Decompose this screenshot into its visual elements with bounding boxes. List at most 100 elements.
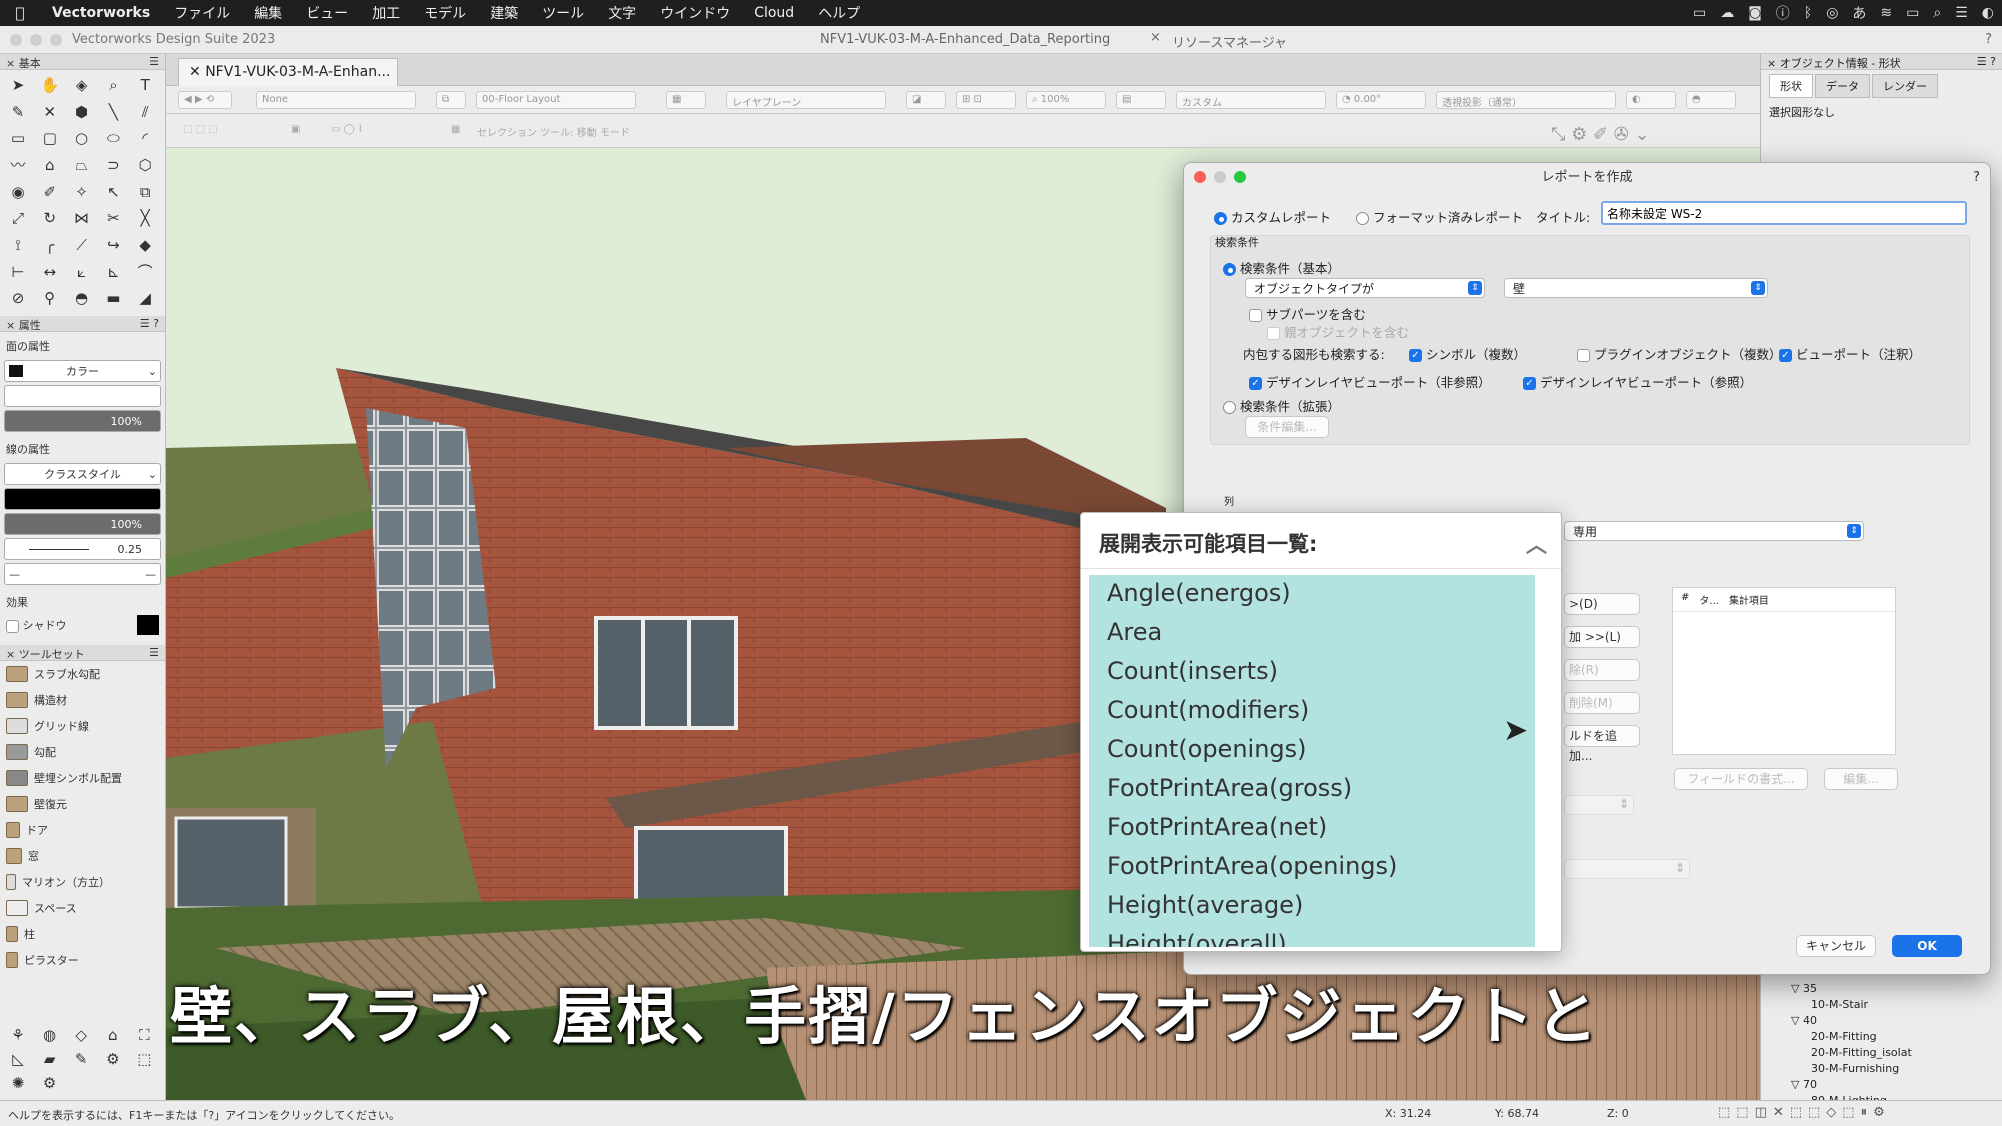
menu-view[interactable]: ビュー <box>294 3 360 23</box>
layer-select[interactable]: ⇕ <box>1564 859 1690 879</box>
render-mode-icon[interactable]: ◪ <box>906 91 946 109</box>
lighting-toolset-icon[interactable]: ✺ <box>4 1072 32 1094</box>
hatch-tool-icon[interactable]: ◢ <box>131 287 159 309</box>
fill-color-swatch[interactable] <box>4 385 161 407</box>
add-field-button[interactable]: ルドを追加... <box>1564 725 1640 763</box>
line-markers-select[interactable]: — — <box>4 563 161 585</box>
move-tool-icon[interactable]: ⤢ <box>4 207 32 229</box>
radial-dim-tool-icon[interactable]: ⊾ <box>99 261 127 283</box>
battery-icon[interactable]: ▭ <box>1906 5 1919 21</box>
line-opacity-field[interactable]: 100% <box>4 513 161 535</box>
airdrop-icon[interactable]: ◎ <box>1826 5 1838 21</box>
close-icon[interactable]: ✕ <box>189 64 201 80</box>
zoom-field[interactable]: ⌕ 100% <box>1026 91 1106 109</box>
menu-icon[interactable]: ☰ ? <box>140 317 159 330</box>
fill-style-select[interactable]: カラー ⌄ <box>4 360 161 382</box>
zoom-tool-icon[interactable]: ⌕ <box>99 74 127 96</box>
locus-tool-icon[interactable]: ✕ <box>36 101 64 123</box>
arc-length-tool-icon[interactable]: ⌒ <box>131 261 159 283</box>
tab-render[interactable]: レンダー <box>1872 74 1938 98</box>
cancel-button[interactable]: キャンセル <box>1796 935 1876 957</box>
object-type-select[interactable]: オブジェクトタイプが ⇕ <box>1245 278 1485 298</box>
circle-tool-icon[interactable]: ○ <box>68 127 96 149</box>
regular-polygon-tool-icon[interactable]: ⬡ <box>131 154 159 176</box>
edit-toolset-icon[interactable]: ✎ <box>67 1048 95 1070</box>
zoom-buttons[interactable]: ⊞ ⊡ <box>956 91 1016 109</box>
rectangle-tool-icon[interactable]: ▭ <box>4 127 32 149</box>
line-tool-icon[interactable]: ╲ <box>99 101 127 123</box>
resource-item[interactable]: 20-M-Fitting_isolat <box>1811 1046 1912 1059</box>
formatted-report-radio[interactable]: フォーマット済みレポート <box>1356 207 1523 226</box>
chamfer-tool-icon[interactable]: ⟋ <box>68 234 96 256</box>
close-icon[interactable]: × <box>6 648 15 661</box>
split-tool-icon[interactable]: ✂ <box>99 207 127 229</box>
connect-tool-icon[interactable]: ⟟ <box>4 234 32 256</box>
resource-folder[interactable]: ▽ 70 <box>1791 1078 1817 1091</box>
camera-icon[interactable]: ◙ <box>1748 5 1762 21</box>
list-item[interactable]: Angle(energos) <box>1089 575 1535 614</box>
menu-architecture[interactable]: 建築 <box>478 3 530 23</box>
menu-tools[interactable]: ツール <box>530 3 596 23</box>
edit-criteria-button[interactable]: 条件編集... <box>1245 416 1329 438</box>
object-value-select[interactable]: 壁 ⇕ <box>1504 278 1768 298</box>
menu-modify[interactable]: 加工 <box>360 3 412 23</box>
menu-window[interactable]: ウインドウ <box>648 3 742 23</box>
chevron-up-icon[interactable]: ︿ <box>1526 529 1547 559</box>
help-icon[interactable]: ? <box>1985 32 1992 47</box>
toolset-item[interactable]: 柱 <box>0 921 165 947</box>
menu-icon[interactable]: ☰ ? <box>1977 55 1996 68</box>
toolset-item[interactable]: マリオン（方立） <box>0 869 165 895</box>
toolset-item[interactable]: グリッド線 <box>0 713 165 739</box>
eyedropper-tool-icon[interactable]: ◉ <box>4 181 32 203</box>
list-item[interactable]: Count(openings) <box>1089 731 1535 770</box>
line-style-select[interactable]: クラススタイル ⌄ <box>4 463 161 485</box>
resource-item[interactable]: 30-M-Furnishing <box>1811 1062 1899 1075</box>
settings-toolset-icon[interactable]: ⚙ <box>36 1072 64 1094</box>
close-window-button[interactable] <box>10 34 22 46</box>
apple-icon[interactable]:  <box>0 4 40 22</box>
bluetooth-icon[interactable]: ᛒ <box>1804 5 1812 21</box>
ok-button[interactable]: OK <box>1892 935 1962 957</box>
reference-mark-tool-icon[interactable]: ▬ <box>99 287 127 309</box>
spotlight-icon[interactable]: ⌕ <box>1933 5 1941 21</box>
toolset-item[interactable]: スラブ水勾配 <box>0 661 165 687</box>
list-item[interactable]: Height(average) <box>1089 887 1535 926</box>
freehand-tool-icon[interactable]: 〰 <box>4 154 32 176</box>
include-parent-checkbox[interactable]: 親オブジェクトを含む <box>1267 322 1409 341</box>
menu-icon[interactable]: ☰ <box>149 646 159 659</box>
field-format-button[interactable]: フィールドの書式... <box>1674 768 1808 790</box>
view-mode-icon[interactable]: ▦ <box>666 91 706 109</box>
menu-app[interactable]: Vectorworks <box>40 5 162 21</box>
cloud-icon[interactable]: ☁ <box>1720 5 1734 21</box>
shadow-color-swatch[interactable] <box>137 615 159 635</box>
close-icon[interactable]: × <box>1767 57 1776 70</box>
class-select[interactable]: None <box>256 91 416 109</box>
tape-measure-tool-icon[interactable]: ⚲ <box>36 287 64 309</box>
menu-file[interactable]: ファイル <box>162 3 242 23</box>
minimize-window-button[interactable] <box>30 34 42 46</box>
viewport-annot-checkbox[interactable]: ✓ ビューポート（注釈） <box>1779 344 1921 363</box>
pan-tool-icon[interactable]: ✋ <box>36 74 64 96</box>
list-item[interactable]: Height(overall) <box>1089 926 1535 947</box>
list-item[interactable]: Count(modifiers) <box>1089 692 1535 731</box>
line-color-swatch[interactable] <box>4 488 161 510</box>
double-line-tool-icon[interactable]: ⫽ <box>131 101 159 123</box>
rounded-rect-tool-icon[interactable]: ▢ <box>36 127 64 149</box>
layer-select[interactable]: 00-Floor Layout <box>476 91 636 109</box>
menu-edit[interactable]: 編集 <box>242 3 294 23</box>
wifi-icon[interactable]: ≋ <box>1880 5 1892 21</box>
plugins-checkbox[interactable]: プラグインオブジェクト（複数） <box>1577 344 1782 363</box>
close-icon[interactable]: × <box>1150 30 1161 45</box>
selection-tool-icon[interactable]: ➤ <box>4 74 32 96</box>
constrained-dim-tool-icon[interactable]: ↔ <box>36 261 64 283</box>
spiral-tool-icon[interactable]: ⊃ <box>99 154 127 176</box>
menu-help[interactable]: ヘルプ <box>806 3 872 23</box>
resource-item[interactable]: 10-M-Stair <box>1811 998 1868 1011</box>
siri-icon[interactable]: ◐ <box>1982 5 1994 21</box>
line-thickness-select[interactable]: 0.25 <box>4 538 161 560</box>
plane-select[interactable]: レイヤプレーン <box>726 91 886 109</box>
tab-data[interactable]: データ <box>1815 74 1870 98</box>
eraser-tool-icon[interactable]: ◆ <box>131 234 159 256</box>
reshape-tool-icon[interactable]: ✧ <box>68 181 96 203</box>
tab-shape[interactable]: 形状 <box>1769 74 1813 98</box>
